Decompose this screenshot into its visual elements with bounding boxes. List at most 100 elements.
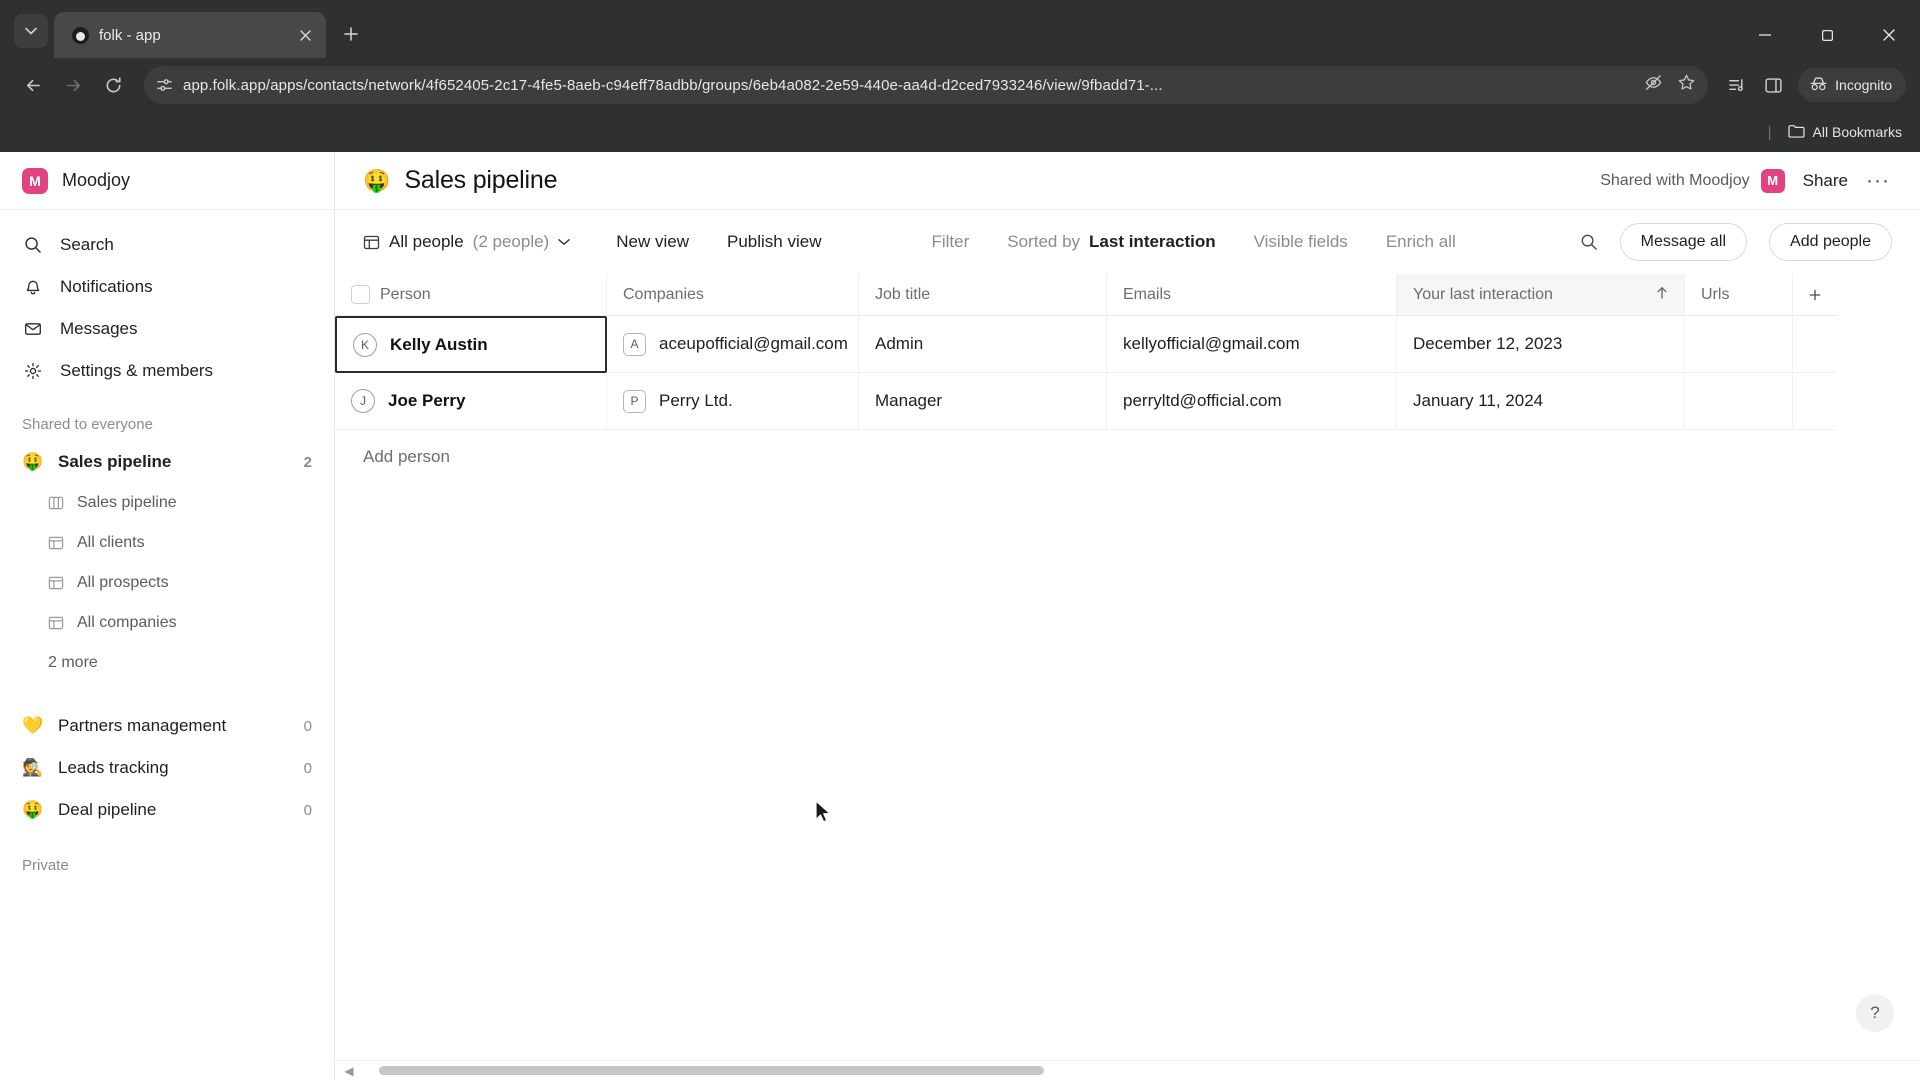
column-header-last-interaction[interactable]: Your last interaction — [1397, 274, 1685, 316]
column-header-person[interactable]: Person — [335, 274, 607, 316]
sidebar-group-count: 0 — [304, 802, 312, 819]
sidebar-item-messages[interactable]: Messages — [0, 308, 334, 350]
visible-fields-button[interactable]: Visible fields — [1254, 232, 1348, 252]
sidebar-group-partners-management[interactable]: 💛 Partners management 0 — [0, 705, 334, 747]
eye-slash-icon[interactable] — [1644, 73, 1663, 97]
sorted-by-prefix: Sorted by — [1007, 232, 1080, 252]
forward-arrow-icon — [54, 66, 92, 104]
sidebar-group-deal-pipeline[interactable]: 🤑 Deal pipeline 0 — [0, 789, 334, 831]
share-button[interactable]: Share — [1803, 171, 1848, 191]
cell-urls[interactable] — [1685, 316, 1793, 373]
reload-icon[interactable] — [94, 66, 132, 104]
arrow-up-icon[interactable] — [1656, 286, 1668, 303]
cell-last-interaction[interactable]: January 11, 2024 — [1397, 373, 1685, 430]
shared-with-indicator[interactable]: Shared with Moodjoy M — [1600, 169, 1784, 193]
incognito-label: Incognito — [1835, 77, 1892, 93]
column-label: Urls — [1701, 286, 1729, 304]
sidebar-view-label: All companies — [77, 614, 177, 632]
sidebar-view-sales-pipeline[interactable]: Sales pipeline — [0, 483, 334, 523]
cell-job-title[interactable]: Admin — [859, 316, 1107, 373]
sidebar-group-label: Deal pipeline — [58, 800, 156, 820]
avatar: M — [1761, 169, 1785, 193]
sidebar-item-settings-members[interactable]: Settings & members — [0, 350, 334, 392]
sidebar-group-leads-tracking[interactable]: 🕵️ Leads tracking 0 — [0, 747, 334, 789]
cell-person[interactable]: J Joe Perry — [335, 373, 607, 430]
tune-icon[interactable] — [156, 77, 173, 94]
filter-button[interactable]: Filter — [931, 232, 969, 252]
add-person-button[interactable]: Add person — [335, 430, 1920, 484]
message-all-button[interactable]: Message all — [1620, 223, 1747, 261]
select-all-checkbox[interactable] — [351, 285, 370, 304]
incognito-indicator[interactable]: Incognito — [1798, 68, 1906, 102]
column-header-job-title[interactable]: Job title — [859, 274, 1107, 316]
cell-last-interaction[interactable]: December 12, 2023 — [1397, 316, 1685, 373]
money-mouth-emoji-icon: 🤑 — [22, 452, 44, 472]
sidebar-more-views-button[interactable]: 2 more — [0, 643, 334, 683]
avatar: J — [351, 389, 375, 413]
cell-person[interactable]: K Kelly Austin — [335, 316, 607, 373]
browser-tab[interactable]: folk - app — [54, 12, 326, 58]
maximize-button[interactable] — [1796, 12, 1858, 58]
scrollbar-thumb[interactable] — [379, 1066, 1044, 1075]
table-row[interactable]: K Kelly Austin A aceupofficial@gmail.com… — [335, 316, 1920, 373]
workspace-name: Moodjoy — [62, 170, 130, 191]
company-badge: P — [623, 390, 646, 413]
cell-companies[interactable]: A aceupofficial@gmail.com — [607, 316, 859, 373]
table-row[interactable]: J Joe Perry P Perry Ltd. Manager perrylt… — [335, 373, 1920, 430]
envelope-icon — [22, 320, 44, 338]
new-view-button[interactable]: New view — [616, 232, 689, 252]
workspace-switcher[interactable]: M Moodjoy — [0, 152, 334, 210]
shared-section-label: Shared to everyone — [0, 392, 334, 441]
workspace-avatar: M — [22, 168, 48, 194]
sidebar-view-all-clients[interactable]: All clients — [0, 523, 334, 563]
view-selector[interactable]: All people (2 people) — [363, 232, 570, 252]
sidebar-view-all-prospects[interactable]: All prospects — [0, 563, 334, 603]
minimize-button[interactable] — [1734, 12, 1796, 58]
sidebar-item-label: Settings & members — [60, 361, 213, 381]
cell-companies[interactable]: P Perry Ltd. — [607, 373, 859, 430]
close-icon[interactable] — [294, 24, 316, 46]
page-title[interactable]: Sales pipeline — [404, 166, 557, 195]
back-arrow-icon[interactable] — [14, 66, 52, 104]
chevron-down-icon[interactable] — [558, 238, 570, 246]
tab-search-button[interactable] — [14, 14, 48, 48]
scrollbar-track[interactable] — [357, 1066, 1914, 1075]
new-tab-button[interactable] — [334, 17, 368, 51]
all-bookmarks-button[interactable]: All Bookmarks — [1788, 124, 1902, 141]
page-header: 🤑 Sales pipeline Shared with Moodjoy M S… — [335, 152, 1920, 210]
column-label: Emails — [1123, 286, 1171, 304]
publish-view-button[interactable]: Publish view — [727, 232, 822, 252]
sidebar-group-sales-pipeline[interactable]: 🤑 Sales pipeline 2 — [0, 441, 334, 483]
more-options-button[interactable]: ··· — [1866, 169, 1890, 193]
sorted-by-field: Last interaction — [1089, 232, 1216, 252]
reading-list-icon[interactable] — [1720, 68, 1754, 102]
sidebar-group-count: 0 — [304, 718, 312, 735]
side-panel-icon[interactable] — [1756, 68, 1790, 102]
sidebar-item-label: Search — [60, 235, 114, 255]
sidebar-item-notifications[interactable]: Notifications — [0, 266, 334, 308]
sidebar-view-all-companies[interactable]: All companies — [0, 603, 334, 643]
help-button[interactable]: ? — [1856, 994, 1894, 1032]
shared-with-label: Shared with Moodjoy — [1600, 172, 1749, 190]
cell-urls[interactable] — [1685, 373, 1793, 430]
cell-emails[interactable]: perryltd@official.com — [1107, 373, 1397, 430]
avatar: K — [353, 333, 377, 357]
cell-job-title[interactable]: Manager — [859, 373, 1107, 430]
add-column-button[interactable] — [1793, 274, 1837, 316]
close-window-button[interactable] — [1858, 12, 1920, 58]
address-bar[interactable]: app.folk.app/apps/contacts/network/4f652… — [144, 66, 1708, 104]
column-header-urls[interactable]: Urls — [1685, 274, 1793, 316]
enrich-all-button[interactable]: Enrich all — [1386, 232, 1456, 252]
horizontal-scrollbar[interactable]: ◀ — [335, 1060, 1920, 1080]
sidebar-item-search[interactable]: Search — [0, 224, 334, 266]
scroll-left-arrow-icon[interactable]: ◀ — [341, 1064, 357, 1078]
add-people-button[interactable]: Add people — [1769, 223, 1892, 261]
browser-window: folk - app — [0, 0, 1920, 1080]
search-icon[interactable] — [1580, 233, 1598, 251]
column-header-companies[interactable]: Companies — [607, 274, 859, 316]
column-header-emails[interactable]: Emails — [1107, 274, 1397, 316]
incognito-icon — [1809, 76, 1828, 95]
star-icon[interactable] — [1677, 73, 1696, 97]
sort-button[interactable]: Sorted by Last interaction — [1007, 232, 1215, 252]
cell-emails[interactable]: kellyofficial@gmail.com — [1107, 316, 1397, 373]
